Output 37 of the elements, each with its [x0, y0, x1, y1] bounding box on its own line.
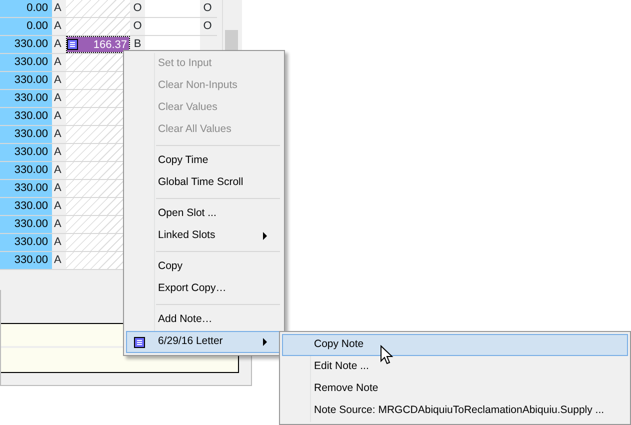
- value-cell: 330.00: [0, 72, 52, 89]
- value-cell: 0.00: [0, 18, 52, 35]
- submenu-arrow-icon: [263, 232, 267, 240]
- value-cell: 330.00: [0, 54, 52, 71]
- value-cell: 330.00: [0, 216, 52, 233]
- menu-item[interactable]: Copy Note: [282, 334, 628, 356]
- menu-item[interactable]: Add Note…: [126, 309, 282, 331]
- menu-item[interactable]: Remove Note: [282, 378, 628, 400]
- menu-item[interactable]: Copy Time: [126, 150, 282, 172]
- hatched-cell: [66, 18, 130, 35]
- menu-item[interactable]: Linked Slots: [126, 225, 282, 247]
- menu-item[interactable]: Global Time Scroll: [126, 172, 282, 194]
- menu-item[interactable]: Edit Note ...: [282, 356, 628, 378]
- value-cell: 330.00: [0, 126, 52, 143]
- note-icon: [134, 336, 145, 348]
- value-cell: 330.00: [0, 180, 52, 197]
- menu-item[interactable]: Note Source: MRGCDAbiquiuToReclamationAbiquiu.Supply ...: [282, 400, 628, 422]
- menu-item[interactable]: 6/29/16 Letter: [126, 331, 282, 353]
- note-icon: [67, 39, 78, 50]
- menu-item[interactable]: Copy: [126, 256, 282, 278]
- menu-item[interactable]: Export Copy…: [126, 278, 282, 300]
- value-cell: 330.00: [0, 90, 52, 107]
- value-cell: 330.00: [0, 252, 52, 269]
- table-cell: [145, 0, 200, 17]
- value-cell: 330.00: [0, 108, 52, 125]
- value-cell: 330.00: [0, 144, 52, 161]
- mouse-cursor-icon: [380, 345, 394, 365]
- hatched-cell: [66, 0, 130, 17]
- menu-item[interactable]: Open Slot ...: [126, 203, 282, 225]
- value-cell: 330.00: [0, 234, 52, 251]
- value-cell: 330.00: [0, 36, 52, 53]
- submenu-arrow-icon: [263, 338, 267, 346]
- value-cell: 330.00: [0, 198, 52, 215]
- note-cell[interactable]: 166.37: [67, 37, 129, 52]
- value-cell: 0.00: [0, 0, 52, 17]
- table-cell: [145, 18, 200, 35]
- value-cell: 330.00: [0, 162, 52, 179]
